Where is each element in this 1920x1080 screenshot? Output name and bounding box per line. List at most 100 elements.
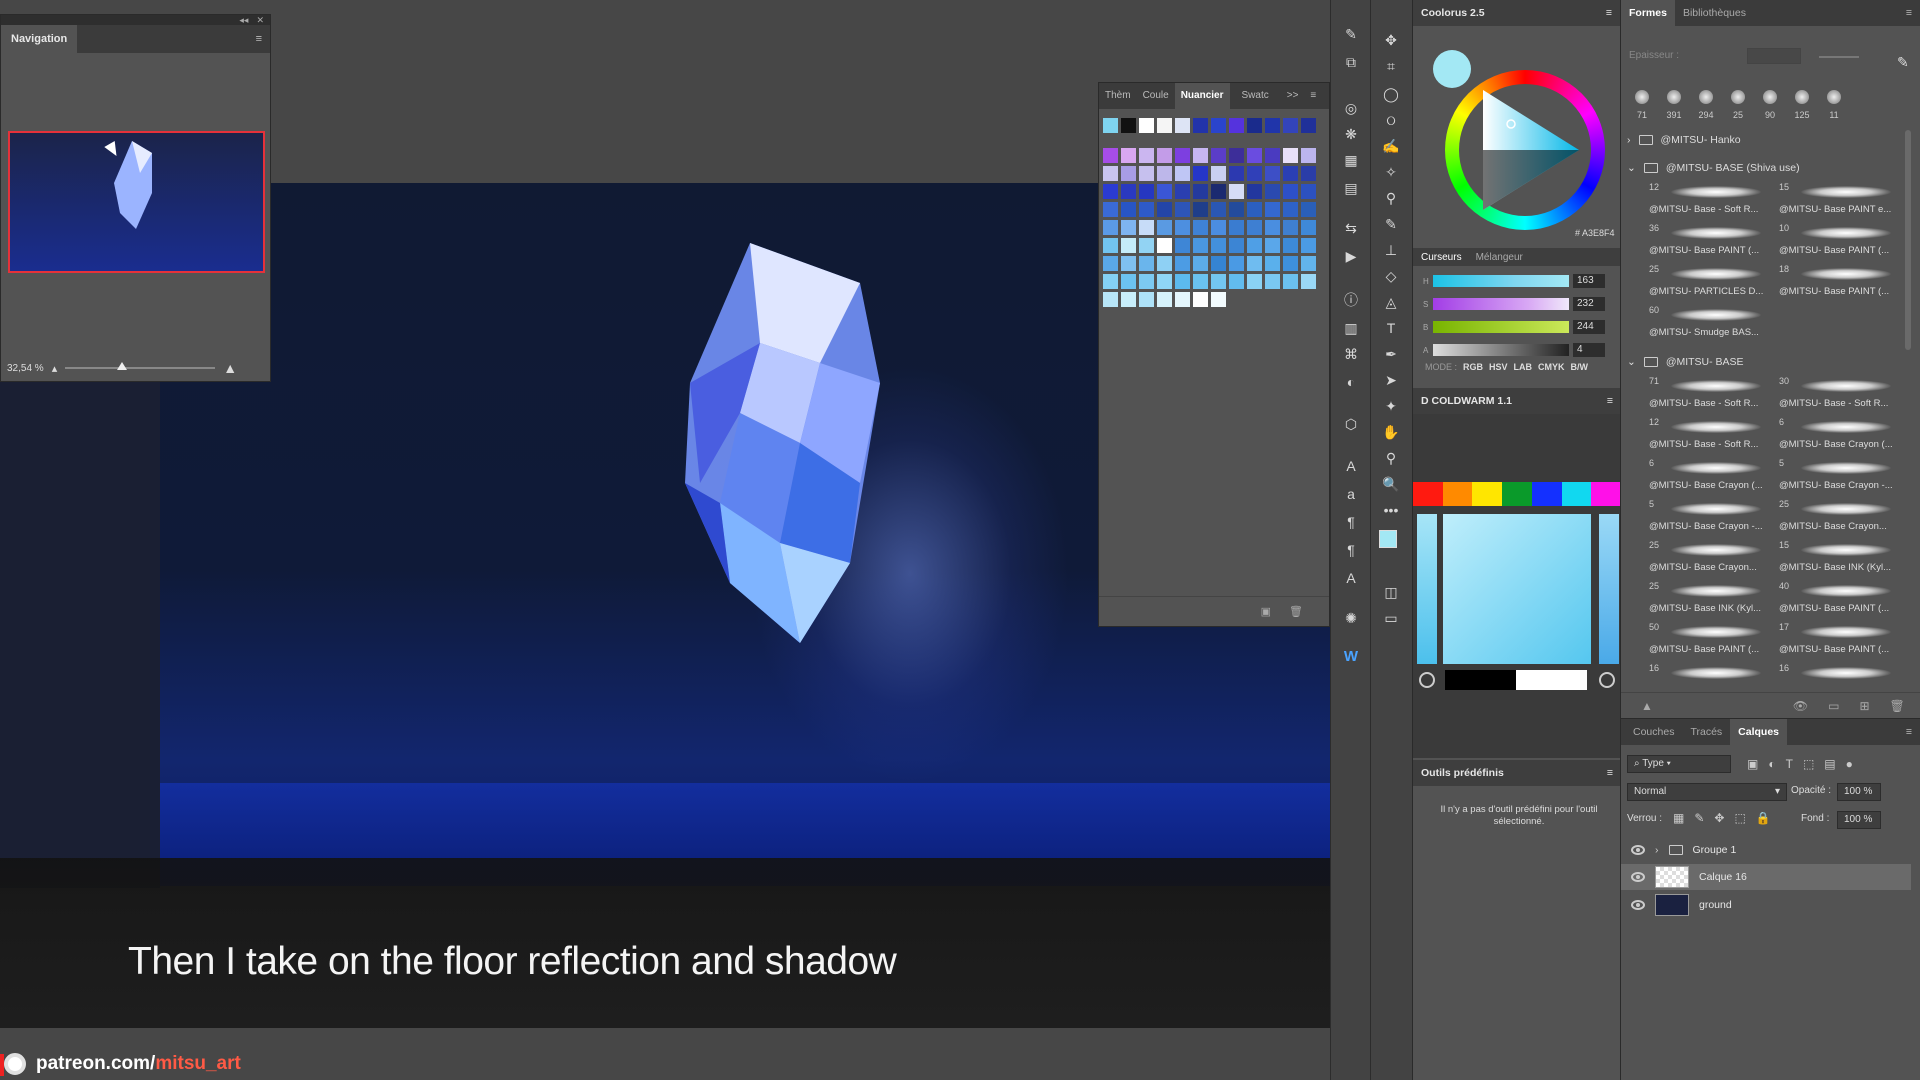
more-tools-icon[interactable]: ••• [1379, 500, 1403, 520]
layer-row-calque-16[interactable]: Calque 16 [1621, 864, 1911, 890]
swatch[interactable] [1175, 118, 1190, 133]
swatch[interactable] [1139, 148, 1154, 163]
history-icon[interactable]: ▤ [1339, 178, 1363, 198]
swatch[interactable] [1139, 292, 1154, 307]
layer-name[interactable]: Calque 16 [1699, 871, 1747, 883]
swatch[interactable] [1265, 202, 1280, 217]
color-wheel[interactable] [1445, 70, 1605, 230]
path-select-icon[interactable]: ➤ [1379, 370, 1403, 390]
swatch[interactable] [1229, 202, 1244, 217]
paragraph-icon[interactable]: ¶ [1339, 512, 1363, 532]
swatch[interactable] [1139, 184, 1154, 199]
navigator-preview[interactable] [8, 131, 265, 273]
zoom-in-icon[interactable]: ▲ [223, 360, 237, 376]
swatch[interactable] [1157, 256, 1172, 271]
swatch[interactable] [1211, 256, 1226, 271]
swatch[interactable] [1157, 202, 1172, 217]
properties-icon[interactable]: ▥ [1339, 318, 1363, 338]
opacity-field[interactable]: 100 % [1837, 783, 1881, 801]
swatch[interactable] [1283, 238, 1298, 253]
visibility-eye-icon[interactable] [1631, 900, 1645, 910]
chevron-right-icon[interactable]: › [1655, 844, 1659, 856]
eraser-icon[interactable]: ◇ [1379, 266, 1403, 286]
swatch[interactable] [1175, 148, 1190, 163]
swatch[interactable] [1265, 256, 1280, 271]
lasso-tool-icon[interactable]: ଠ [1379, 110, 1403, 130]
swatch[interactable] [1175, 238, 1190, 253]
hue-swatch[interactable] [1413, 482, 1443, 506]
foreground-color-swatch[interactable] [1379, 530, 1397, 548]
filter-toggle-icon[interactable]: ● [1846, 757, 1853, 771]
bucket-icon[interactable]: ◬ [1379, 292, 1403, 312]
swatch[interactable] [1175, 292, 1190, 307]
swatch[interactable] [1175, 274, 1190, 289]
swatch[interactable] [1175, 220, 1190, 235]
size-field[interactable] [1747, 48, 1801, 64]
swatch[interactable] [1157, 220, 1172, 235]
swatch[interactable] [1211, 202, 1226, 217]
size-slider[interactable] [1819, 56, 1859, 58]
swatch[interactable] [1103, 274, 1118, 289]
magic-wand-icon[interactable]: ✧ [1379, 162, 1403, 182]
swatch[interactable] [1265, 220, 1280, 235]
tab-curseurs[interactable]: Curseurs [1421, 252, 1462, 263]
swatch[interactable] [1103, 292, 1118, 307]
swatch[interactable] [1229, 220, 1244, 235]
brush-preset[interactable]: 5 @MITSU- Base Crayon -... [1647, 497, 1775, 537]
3d-cube-icon[interactable]: ⬡ [1339, 414, 1363, 434]
lock-position-icon[interactable]: ✥ [1714, 811, 1724, 825]
slider-value[interactable]: 4 [1573, 343, 1605, 357]
black-swatch[interactable] [1445, 670, 1516, 690]
swatch[interactable] [1193, 118, 1208, 133]
swatch[interactable] [1121, 202, 1136, 217]
info-icon[interactable]: ⓘ [1339, 290, 1363, 310]
swatch[interactable] [1121, 118, 1136, 133]
brush-preset[interactable]: 12 @MITSU- Base - Soft R... [1647, 415, 1775, 455]
recent-brush[interactable]: 90 [1757, 88, 1783, 124]
swatch[interactable] [1301, 256, 1316, 271]
swatch[interactable] [1121, 238, 1136, 253]
swatch[interactable] [1103, 220, 1118, 235]
blend-mode-select[interactable]: Normal ▾ [1627, 783, 1787, 801]
swatch[interactable] [1211, 238, 1226, 253]
swatch[interactable] [1121, 220, 1136, 235]
brush-group-hanko[interactable]: › @MITSU- Hanko [1627, 130, 1741, 150]
swatch[interactable] [1211, 220, 1226, 235]
character-icon[interactable]: A [1339, 456, 1363, 476]
swatch[interactable] [1211, 166, 1226, 181]
mode-hsv[interactable]: HSV [1489, 362, 1508, 372]
slider-row-a[interactable]: A 4 [1423, 341, 1619, 359]
layer-name[interactable]: ground [1699, 899, 1732, 911]
lock-all-icon[interactable]: 🔒 [1756, 811, 1771, 825]
swatch[interactable] [1301, 220, 1316, 235]
filter-pixel-icon[interactable]: ▣ [1747, 757, 1758, 771]
char-styles-icon[interactable]: a [1339, 484, 1363, 504]
brush-preset[interactable]: 60 @MITSU- Smudge BAS... [1647, 303, 1775, 343]
glyphs-icon[interactable]: A [1339, 568, 1363, 588]
swatch[interactable] [1103, 256, 1118, 271]
brightness-icon[interactable]: ✺ [1339, 608, 1363, 628]
swatch[interactable] [1301, 118, 1316, 133]
swatch[interactable] [1157, 184, 1172, 199]
color-swap-icon[interactable]: ⇆ [1339, 218, 1363, 238]
brush-preset[interactable]: 6 @MITSU- Base Crayon (... [1647, 456, 1775, 496]
swatch[interactable] [1175, 256, 1190, 271]
panel-menu-icon[interactable]: ≡ [1607, 395, 1613, 407]
mode-cmyk[interactable]: CMYK [1538, 362, 1565, 372]
swatch[interactable] [1103, 238, 1118, 253]
swatch[interactable] [1265, 274, 1280, 289]
recent-brush[interactable]: 11 [1821, 88, 1847, 124]
text-tool-icon[interactable]: T [1379, 318, 1403, 338]
hue-swatch[interactable] [1561, 482, 1592, 506]
swatch[interactable] [1229, 256, 1244, 271]
brush-size-slider-icon[interactable]: ▲ [1641, 699, 1653, 713]
swatch[interactable] [1265, 148, 1280, 163]
edit-brush-icon[interactable]: ✎ [1897, 54, 1909, 71]
swatch[interactable] [1193, 166, 1208, 181]
hue-swatch[interactable] [1591, 482, 1622, 506]
hue-swatch[interactable] [1502, 482, 1532, 506]
layer-row-groupe-1[interactable]: › Groupe 1 [1621, 837, 1911, 863]
saturation-slider[interactable] [1433, 298, 1569, 310]
swatch[interactable] [1157, 238, 1172, 253]
brush-preset[interactable]: 15 @MITSU- Base INK (Kyl... [1777, 538, 1905, 578]
